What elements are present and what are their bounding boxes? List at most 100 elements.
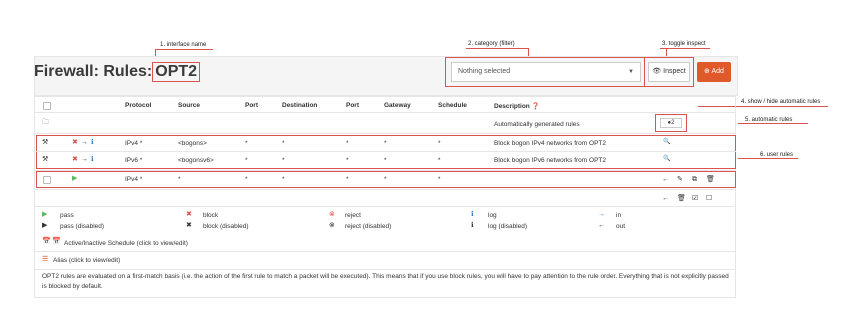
delete-trash-icon[interactable]: 🗑 bbox=[706, 176, 715, 184]
block-icon: ✖ bbox=[72, 156, 78, 163]
category-filter-select[interactable]: Nothing selected ▼ bbox=[451, 62, 641, 82]
auto-group-label: Automatically generated rules bbox=[494, 121, 580, 128]
header-protocol: Protocol bbox=[125, 102, 152, 109]
folder-icon: 🗀 bbox=[42, 119, 49, 126]
arrow-right-icon: → bbox=[81, 156, 88, 163]
rule-gateway: * bbox=[384, 176, 387, 183]
legend-log-disabled: log (disabled) bbox=[488, 223, 528, 230]
plus-circle-icon: ⊕ bbox=[704, 68, 710, 75]
legend-pass: pass bbox=[60, 212, 74, 219]
rule-source: * bbox=[178, 176, 181, 183]
block-icon: ✖ bbox=[72, 139, 78, 146]
rule-port: * bbox=[245, 140, 248, 147]
toggle-check-icon[interactable]: ☑ bbox=[692, 195, 698, 203]
header-port: Port bbox=[245, 102, 258, 109]
legend-alias: Alias (click to view/edit) bbox=[53, 257, 121, 264]
row-divider bbox=[34, 189, 736, 190]
pass-icon: ▶ bbox=[42, 211, 48, 218]
select-all-checkbox[interactable] bbox=[43, 102, 51, 110]
add-rule-button[interactable]: ⊕ Add bbox=[697, 62, 731, 82]
rule-dest-port: * bbox=[346, 157, 349, 164]
block-icon: ✖ bbox=[186, 211, 192, 218]
rule-select-checkbox[interactable] bbox=[43, 176, 51, 184]
rule-port: * bbox=[245, 157, 248, 164]
row-divider bbox=[34, 133, 736, 134]
legend-reject: reject bbox=[345, 212, 361, 219]
rule-source: <bogonsv6> bbox=[178, 157, 214, 164]
caret-down-icon: ▼ bbox=[628, 69, 634, 75]
header-schedule: Schedule bbox=[438, 102, 467, 109]
callout-underline bbox=[738, 158, 798, 159]
search-icon[interactable]: 🔍 bbox=[662, 155, 672, 165]
callout-inspect: 3. toggle inspect bbox=[662, 41, 706, 47]
row-divider bbox=[34, 112, 736, 113]
header-description: Description ❓ bbox=[494, 102, 540, 110]
reject-disabled-icon: ⊗ bbox=[329, 222, 335, 229]
legend-block-disabled: block (disabled) bbox=[203, 223, 249, 230]
rule-description: Block bogon IPv6 networks from OPT2 bbox=[494, 157, 606, 164]
wand-icon: ⚒ bbox=[42, 139, 49, 146]
rule-schedule: * bbox=[438, 140, 441, 147]
rule-gateway: * bbox=[384, 140, 387, 147]
callout-underline bbox=[738, 123, 808, 124]
add-label: Add bbox=[711, 68, 724, 75]
rule-schedule: * bbox=[438, 157, 441, 164]
callout-show-hide: 4. show / hide automatic rules bbox=[741, 99, 821, 105]
header-description-label: Description bbox=[494, 103, 530, 110]
rule-destination: * bbox=[282, 176, 285, 183]
header-gateway: Gateway bbox=[384, 102, 411, 109]
auto-rule-count-badge: 2 bbox=[671, 120, 675, 126]
show-hide-automatic-rules-button[interactable]: ●2 bbox=[660, 118, 682, 128]
rule-description: Block bogon IPv4 networks from OPT2 bbox=[494, 140, 606, 147]
question-circle-icon: ❓ bbox=[531, 103, 540, 110]
edit-pencil-icon[interactable]: ✎ bbox=[677, 176, 683, 184]
move-arrow-left-icon[interactable]: ← bbox=[662, 176, 669, 184]
pass-icon: ▶ bbox=[72, 175, 78, 182]
arrow-right-icon: → bbox=[598, 211, 605, 218]
header-dest-port: Port bbox=[346, 102, 359, 109]
list-icon: ☰ bbox=[42, 256, 49, 263]
arrow-left-icon: ← bbox=[598, 222, 605, 229]
info-icon: ℹ bbox=[91, 139, 94, 146]
category-filter-value: Nothing selected bbox=[458, 68, 511, 75]
rule-dest-port: * bbox=[346, 176, 349, 183]
square-icon[interactable]: ☐ bbox=[706, 195, 712, 203]
header-source: Source bbox=[178, 102, 201, 109]
callout-interface-name: 1. interface name bbox=[160, 42, 207, 48]
row-divider bbox=[34, 151, 736, 152]
title-prefix: Firewall: Rules: bbox=[34, 63, 153, 80]
rule-gateway: * bbox=[384, 157, 387, 164]
legend-log: log bbox=[488, 212, 497, 219]
row-divider bbox=[34, 269, 736, 270]
inspect-toggle-button[interactable]: 👁 Inspect bbox=[648, 62, 690, 82]
eye-icon: 👁 bbox=[652, 68, 662, 75]
calendar-icon: 📅 bbox=[52, 238, 61, 245]
log-disabled-icon: ℹ bbox=[471, 222, 474, 229]
move-arrow-left-icon[interactable]: ← bbox=[662, 195, 669, 203]
info-icon: ℹ bbox=[91, 156, 94, 163]
page-title: Firewall: Rules: OPT2 bbox=[34, 62, 201, 82]
row-divider bbox=[34, 251, 736, 252]
arrow-right-icon: → bbox=[81, 139, 88, 146]
legend-in: in bbox=[616, 212, 622, 219]
rule-schedule: * bbox=[438, 176, 441, 183]
calendar-icon: 📅 bbox=[42, 238, 51, 245]
delete-trash-icon[interactable]: 🗑 bbox=[677, 195, 686, 203]
inspect-label: Inspect bbox=[663, 68, 686, 75]
rule-destination: * bbox=[282, 157, 285, 164]
rule-protocol: IPv4 * bbox=[125, 176, 143, 183]
legend-block: block bbox=[203, 212, 219, 219]
search-icon[interactable]: 🔍 bbox=[662, 138, 672, 148]
copy-icon[interactable]: ⧉ bbox=[692, 176, 697, 184]
reject-icon: ⊗ bbox=[329, 211, 335, 218]
legend-schedule: Active/Inactive Schedule (click to view/… bbox=[64, 240, 188, 247]
header-destination: Destination bbox=[282, 102, 318, 109]
log-icon: ℹ bbox=[471, 211, 474, 218]
interface-name: OPT2 bbox=[152, 62, 201, 82]
rule-port: * bbox=[245, 176, 248, 183]
rules-order-note: OPT2 rules are evaluated on a first-matc… bbox=[42, 273, 729, 290]
rule-source: <bogons> bbox=[178, 140, 207, 147]
callout-underline bbox=[155, 49, 213, 50]
firewall-rules-page: 1. interface name 2. category (filter) 3… bbox=[0, 0, 860, 319]
callout-underline bbox=[660, 48, 710, 49]
